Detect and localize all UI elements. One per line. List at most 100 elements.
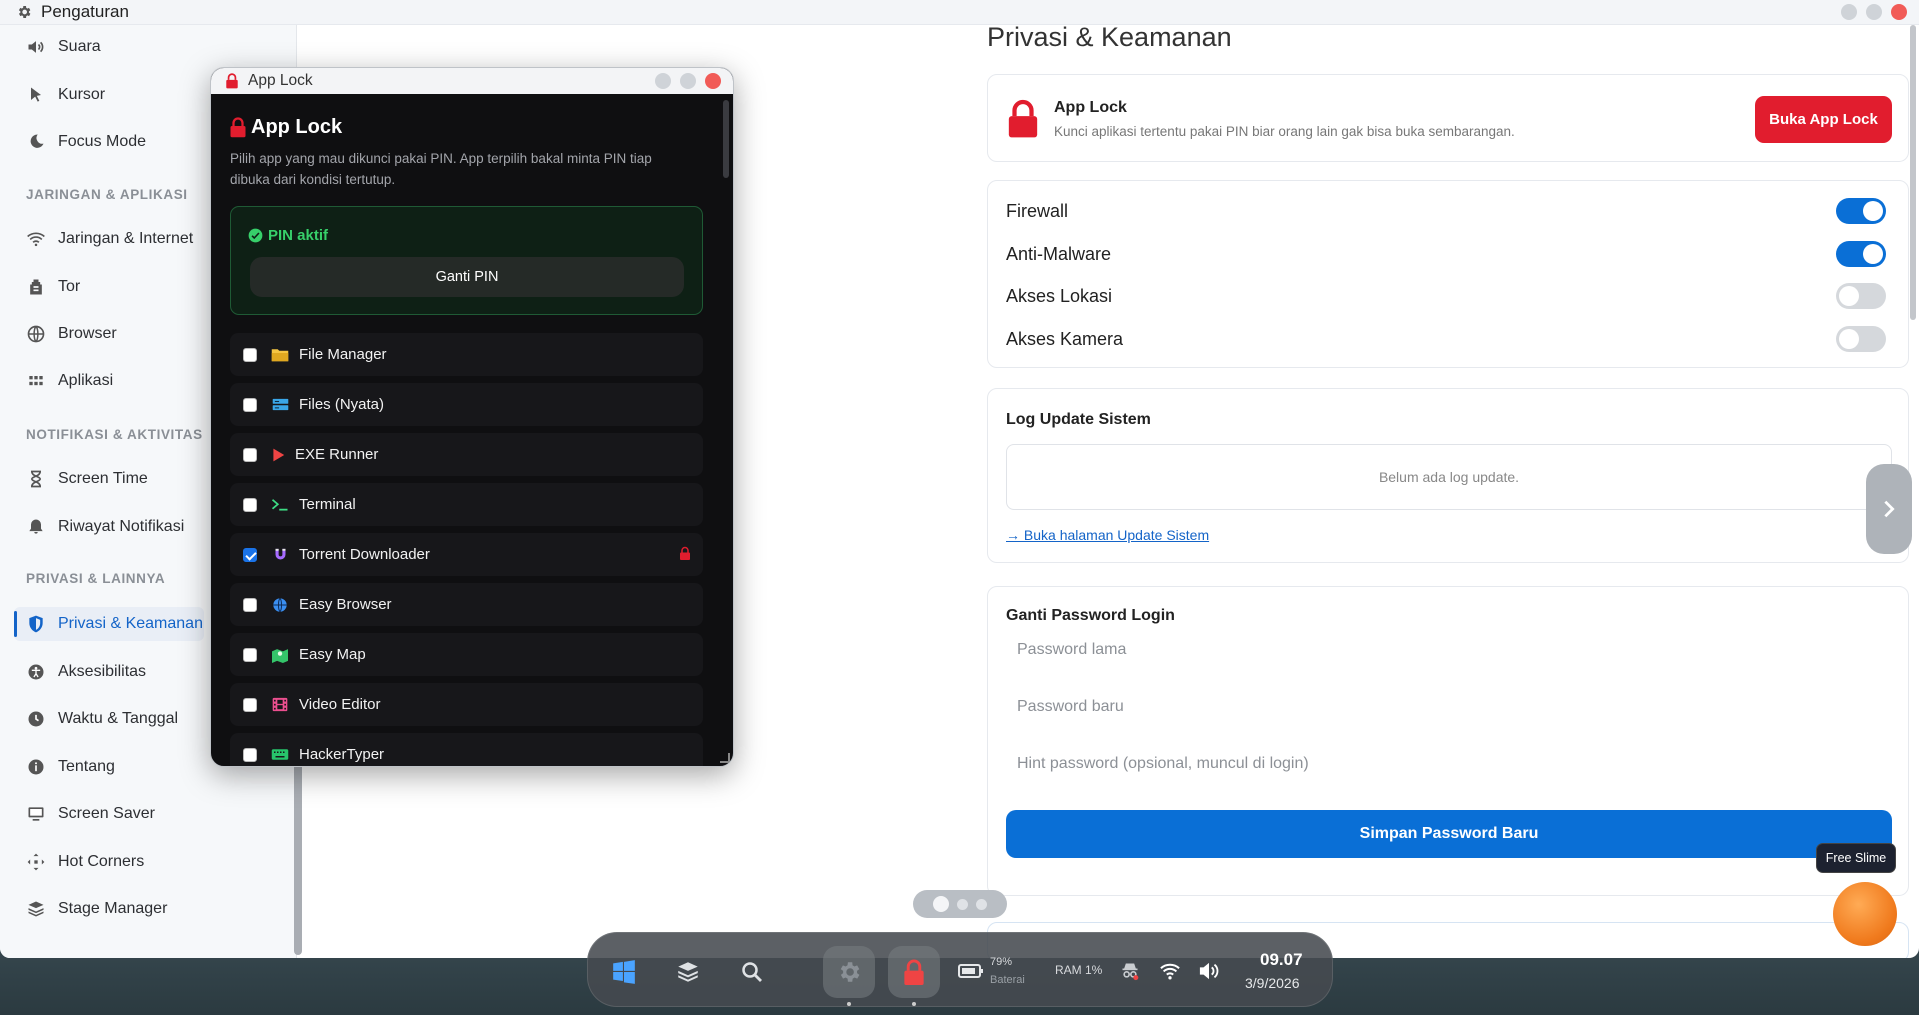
window-title: Pengaturan [41, 2, 129, 21]
gear-icon [18, 6, 31, 18]
minimize-button[interactable] [655, 73, 671, 89]
sidebar-item-focus-mode[interactable]: Focus Mode [14, 125, 204, 159]
sidebar-item-accessibility[interactable]: Aksesibilitas [14, 655, 204, 689]
free-slime-label[interactable]: Free Slime [1816, 843, 1896, 873]
open-applock-button[interactable]: Buka App Lock [1755, 96, 1892, 143]
task-view-button[interactable] [662, 946, 714, 998]
sidebar-item-screen-saver[interactable]: Screen Saver [14, 797, 204, 831]
app-checkbox[interactable] [243, 447, 257, 462]
sidebar-item-aplikasi[interactable]: Aplikasi [14, 364, 204, 398]
app-row-files-nyata[interactable]: Files (Nyata) [230, 383, 703, 426]
sidebar-item-notification-history[interactable]: Riwayat Notifikasi [14, 510, 204, 544]
sidebar-item-network[interactable]: Jaringan & Internet [14, 222, 204, 256]
close-button[interactable] [1891, 4, 1907, 20]
change-pin-button[interactable]: Ganti PIN [250, 257, 684, 297]
app-row-exe-runner[interactable]: EXE Runner [230, 433, 703, 476]
minimize-button[interactable] [1841, 4, 1857, 20]
page-dot[interactable] [976, 898, 987, 910]
resize-handle[interactable] [720, 753, 730, 763]
save-password-button[interactable]: Simpan Password Baru [1006, 810, 1892, 858]
monitor-icon [28, 807, 44, 821]
app-checkbox[interactable] [243, 497, 257, 512]
start-button[interactable] [598, 946, 650, 998]
sidebar-item-kursor[interactable]: Kursor [14, 78, 204, 112]
volume-icon[interactable] [1198, 961, 1220, 981]
password-hint-input[interactable] [1006, 741, 1892, 787]
sidebar-item-tor[interactable]: Tor [14, 270, 204, 304]
incognito-icon[interactable] [1120, 961, 1140, 981]
slime-ball[interactable] [1833, 882, 1897, 946]
applock-titlebar[interactable]: App Lock [211, 68, 733, 94]
app-row-easy-map[interactable]: Easy Map [230, 633, 703, 676]
drive-icon [271, 397, 289, 413]
new-password-input[interactable] [1006, 684, 1892, 730]
maximize-button[interactable] [1866, 4, 1882, 20]
running-indicator [847, 1002, 851, 1006]
wifi-icon [27, 232, 45, 247]
taskbar-settings-app[interactable] [823, 946, 875, 1006]
app-checkbox[interactable] [243, 647, 257, 662]
camera-access-switch[interactable] [1836, 326, 1886, 352]
sidebar-item-suara[interactable]: Suara [14, 30, 204, 64]
next-page-button[interactable] [1866, 464, 1912, 554]
app-label: Torrent Downloader [299, 546, 430, 563]
content-scrollbar[interactable] [1910, 25, 1916, 320]
sidebar-item-browser[interactable]: Browser [14, 317, 204, 351]
page-dot[interactable] [933, 896, 949, 912]
firewall-switch[interactable] [1836, 198, 1886, 224]
app-row-file-manager[interactable]: File Manager [230, 333, 703, 376]
sidebar-section-notifications: NOTIFIKASI & AKTIVITAS [26, 427, 203, 442]
applock-card-description: Kunci aplikasi tertentu pakai PIN biar o… [1054, 124, 1515, 139]
sidebar-item-hot-corners[interactable]: Hot Corners [14, 845, 204, 879]
window-titlebar[interactable]: Pengaturan [0, 0, 1919, 25]
log-card-title: Log Update Sistem [1006, 411, 1151, 428]
taskbar-applock-app[interactable] [888, 946, 940, 1006]
search-button[interactable] [726, 946, 778, 998]
page-indicator [913, 890, 1007, 918]
pin-status: PIN aktif [248, 227, 328, 244]
magnet-icon [271, 547, 289, 563]
app-checkbox[interactable] [243, 597, 257, 612]
taskbar: 79% Baterai RAM 1% 09.07 3/9/2026 [587, 932, 1333, 1007]
wifi-icon[interactable] [1159, 961, 1181, 981]
battery-percent: 79% [990, 956, 1013, 968]
sidebar-item-privacy-security[interactable]: Privasi & Keamanan [14, 607, 204, 641]
sidebar-item-label: Aksesibilitas [58, 663, 147, 680]
app-checkbox[interactable] [243, 347, 257, 362]
applock-scrollbar[interactable] [723, 100, 729, 178]
app-row-hackertyper[interactable]: HackerTyper [230, 733, 703, 766]
sidebar-scrollbar[interactable] [294, 740, 302, 955]
sidebar-item-date-time[interactable]: Waktu & Tanggal [14, 702, 204, 736]
toggle-label: Anti-Malware [1006, 243, 1112, 264]
old-password-input[interactable] [1006, 627, 1892, 673]
page-dot[interactable] [957, 898, 968, 910]
battery-icon[interactable] [958, 963, 984, 979]
sidebar-item-stage-manager[interactable]: Stage Manager [14, 892, 204, 926]
sidebar-item-screen-time[interactable]: Screen Time [14, 462, 204, 496]
clock-time[interactable]: 09.07 [1260, 950, 1303, 970]
close-button[interactable] [705, 73, 721, 89]
app-label: Terminal [299, 496, 356, 513]
app-row-video-editor[interactable]: Video Editor [230, 683, 703, 726]
check-circle-icon [248, 228, 263, 243]
open-update-page-link[interactable]: → Buka halaman Update Sistem [1006, 527, 1209, 543]
app-row-torrent-downloader[interactable]: Torrent Downloader [230, 533, 703, 576]
app-row-easy-browser[interactable]: Easy Browser [230, 583, 703, 626]
app-checkbox[interactable] [243, 547, 257, 562]
anti-malware-switch[interactable] [1836, 241, 1886, 267]
sidebar-item-about[interactable]: Tentang [14, 750, 204, 784]
corners-icon [27, 853, 45, 871]
applock-description: Pilih app yang mau dikunci pakai PIN. Ap… [230, 151, 652, 187]
toggle-row-firewall: Firewall [1006, 194, 1886, 228]
app-row-terminal[interactable]: Terminal [230, 483, 703, 526]
sidebar-item-label: Kursor [58, 86, 106, 103]
applock-window: App Lock App Lock Pilih app yang mau dik… [210, 67, 734, 767]
maximize-button[interactable] [680, 73, 696, 89]
app-checkbox[interactable] [243, 397, 257, 412]
app-checkbox[interactable] [243, 747, 257, 762]
clock-date[interactable]: 3/9/2026 [1245, 975, 1300, 991]
location-access-switch[interactable] [1836, 283, 1886, 309]
app-checkbox[interactable] [243, 697, 257, 712]
windows-icon [613, 960, 635, 984]
sidebar-item-label: Screen Saver [58, 805, 155, 822]
